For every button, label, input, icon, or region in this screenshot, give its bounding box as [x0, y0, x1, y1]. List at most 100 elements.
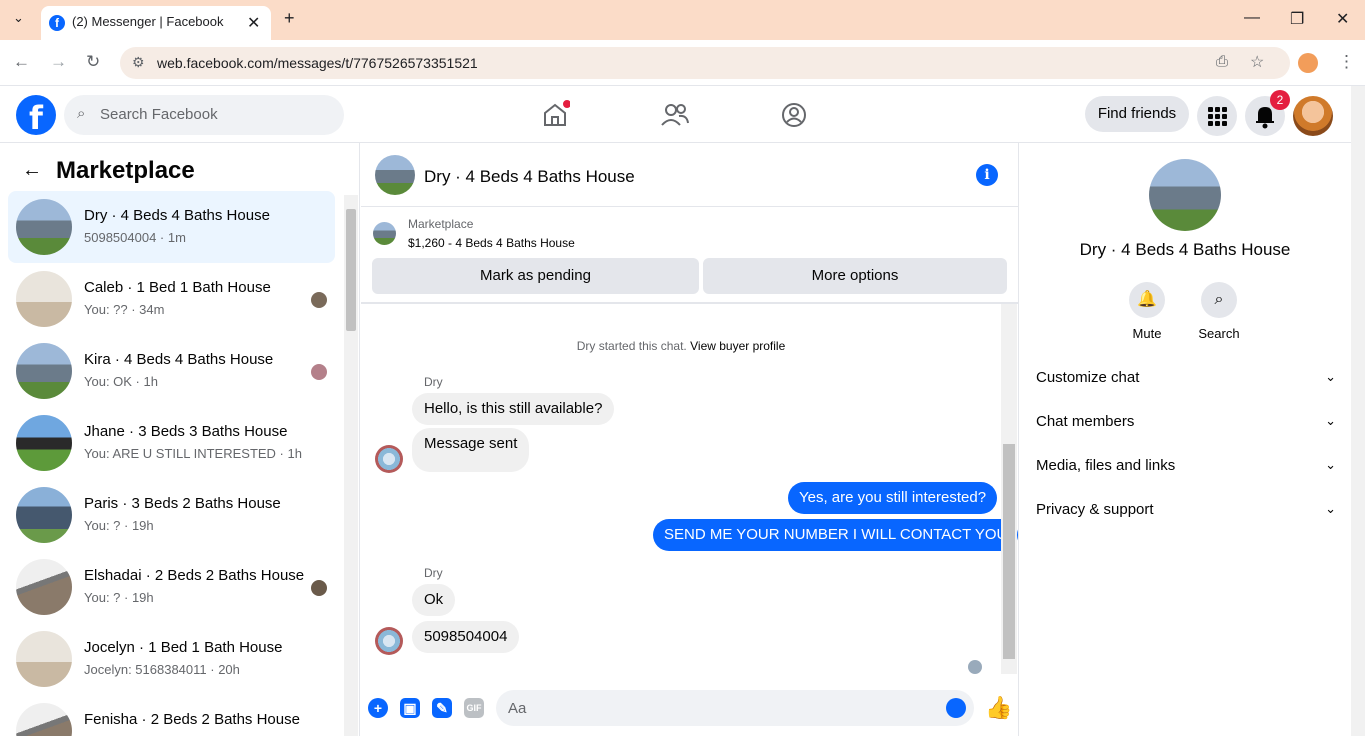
sender-avatar[interactable] [375, 627, 403, 655]
chat-info-panel: Dry · 4 Beds 4 Baths House 🔔 Mute ⌕ Sear… [1020, 143, 1350, 736]
conversation-preview: You: OK · 1h [84, 374, 158, 389]
marketplace-label: Marketplace [408, 217, 474, 231]
outgoing-message[interactable]: SEND ME YOUR NUMBER I WILL CONTACT YOU [653, 519, 1019, 551]
conversation-preview: 5098504004 · 1m [84, 230, 186, 245]
menu-grid-button[interactable] [1197, 96, 1237, 136]
listing-card: Marketplace $1,260 - 4 Beds 4 Baths Hous… [361, 207, 1019, 304]
chevron-down-icon: ⌄ [1325, 369, 1336, 384]
conversation-item-elshadai[interactable]: Elshadai · 2 Beds 2 Baths House You: ? ·… [8, 551, 335, 623]
groups-icon[interactable] [779, 100, 809, 130]
gif-icon[interactable]: GIF [464, 698, 484, 718]
find-friends-button[interactable]: Find friends [1085, 96, 1189, 132]
restore-icon[interactable]: ❐ [1290, 9, 1304, 29]
sticker-icon[interactable]: ✎ [432, 698, 452, 718]
conversation-name: Dry · 4 Beds 4 Baths House [84, 207, 270, 224]
chat-info-avatar[interactable] [1149, 159, 1221, 231]
conversation-item-jhane[interactable]: Jhane · 3 Beds 3 Baths House You: ARE U … [8, 407, 335, 479]
listing-thumbnail [16, 631, 72, 687]
account-avatar[interactable] [1293, 96, 1333, 136]
conversation-item-jocelyn[interactable]: Jocelyn · 1 Bed 1 Bath House Jocelyn: 51… [8, 623, 335, 695]
window-close-icon[interactable]: ✕ [1336, 9, 1349, 29]
address-bar[interactable]: ⚙ web.facebook.com/messages/t/7767526573… [120, 47, 1290, 79]
incoming-message[interactable]: Hello, is this still available? [412, 393, 615, 425]
bookmark-star-icon[interactable]: ☆ [1250, 52, 1264, 72]
mute-action[interactable]: 🔔 Mute [1119, 282, 1175, 341]
conversation-preview: You: ?? · 34m [84, 302, 165, 317]
incoming-message[interactable]: 5098504004 [412, 621, 520, 653]
listing-price[interactable]: $1,260 - 4 Beds 4 Baths House [408, 236, 575, 250]
back-icon[interactable]: ← [13, 52, 30, 72]
message-thread: Dry started this chat. View buyer profil… [361, 304, 1019, 674]
privacy-support-row[interactable]: Privacy & support ⌄ [1036, 495, 1336, 525]
forward-icon[interactable]: → [50, 52, 67, 72]
grid-icon [1208, 107, 1227, 126]
thumbs-up-icon[interactable]: 👍 [985, 695, 1012, 721]
page-scrollbar[interactable] [1351, 86, 1365, 736]
browser-tab-strip: ⌄ f (2) Messenger | Facebook ✕ + — ❐ ✕ [0, 0, 1365, 40]
conversation-item-fenisha[interactable]: Fenisha · 2 Beds 2 Baths House [8, 695, 335, 736]
search-box[interactable]: ⌕ Search Facebook [64, 95, 344, 135]
chat-list-scrollbar[interactable] [344, 195, 358, 736]
mute-label: Mute [1132, 326, 1162, 341]
chat-info-title: Dry · 4 Beds 4 Baths House [1079, 240, 1291, 259]
conversation-name: Jocelyn · 1 Bed 1 Bath House [84, 639, 283, 656]
message-scrollbar[interactable] [1001, 304, 1017, 674]
chat-panel: Dry · 4 Beds 4 Baths House i Marketplace… [361, 143, 1019, 736]
conversation-item-dry[interactable]: Dry · 4 Beds 4 Baths House 5098504004 · … [8, 191, 335, 263]
message-input[interactable] [496, 690, 974, 726]
facebook-favicon-icon: f [49, 15, 65, 31]
search-placeholder: Search Facebook [100, 106, 218, 123]
emoji-icon[interactable] [946, 698, 966, 718]
listing-thumbnail [16, 487, 72, 543]
incoming-message[interactable]: Message sent [412, 428, 530, 472]
minimize-icon[interactable]: — [1244, 9, 1260, 27]
conversation-item-caleb[interactable]: Caleb · 1 Bed 1 Bath House You: ?? · 34m [8, 263, 335, 335]
new-tab-icon[interactable]: + [284, 8, 295, 29]
listing-thumbnail[interactable] [373, 222, 396, 245]
chat-members-row[interactable]: Chat members ⌄ [1036, 407, 1336, 437]
scrollbar-thumb[interactable] [346, 209, 356, 331]
customize-chat-row[interactable]: Customize chat ⌄ [1036, 363, 1336, 393]
incoming-message[interactable]: Ok [412, 584, 456, 616]
search-icon: ⌕ [77, 105, 86, 122]
facebook-header: f ⌕ Search Facebook Find friends 2 [0, 86, 1365, 143]
chat-avatar[interactable] [375, 155, 415, 195]
tab-search-icon[interactable]: ⌄ [13, 10, 24, 26]
marketplace-chat-list: ← Marketplace Dry · 4 Beds 4 Baths House… [0, 143, 360, 736]
more-options-button[interactable]: More options [703, 258, 1007, 294]
back-arrow-icon[interactable]: ← [22, 159, 42, 182]
friends-icon[interactable] [660, 100, 690, 130]
outgoing-message[interactable]: Yes, are you still interested? [788, 482, 998, 514]
chat-title[interactable]: Dry · 4 Beds 4 Baths House [424, 167, 635, 187]
row-label: Customize chat [1036, 369, 1140, 386]
conversation-name: Kira · 4 Beds 4 Baths House [84, 351, 274, 368]
home-icon[interactable] [540, 100, 570, 130]
conversation-item-kira[interactable]: Kira · 4 Beds 4 Baths House You: OK · 1h [8, 335, 335, 407]
media-files-links-row[interactable]: Media, files and links ⌄ [1036, 451, 1336, 481]
site-info-icon[interactable]: ⚙ [132, 54, 145, 71]
scrollbar-thumb[interactable] [1003, 444, 1015, 659]
reload-icon[interactable]: ↻ [86, 52, 100, 72]
image-icon[interactable]: ▣ [400, 698, 420, 718]
chevron-down-icon: ⌄ [1325, 457, 1336, 472]
plus-icon[interactable]: + [368, 698, 388, 718]
install-app-icon[interactable]: ⎙ [1216, 53, 1228, 70]
view-buyer-profile-link[interactable]: View buyer profile [690, 339, 785, 353]
search-action[interactable]: ⌕ Search [1191, 282, 1247, 341]
tab-close-icon[interactable]: ✕ [247, 13, 260, 33]
menu-dots-icon[interactable]: ⋮ [1338, 52, 1355, 72]
info-icon[interactable]: i [976, 164, 998, 186]
profile-icon[interactable] [1298, 53, 1318, 73]
sender-avatar[interactable] [375, 445, 403, 473]
browser-tab[interactable]: f (2) Messenger | Facebook ✕ [41, 6, 271, 40]
listing-thumbnail [16, 703, 72, 736]
conversation-preview: You: ARE U STILL INTERESTED · 1h [84, 446, 302, 461]
conversation-name: Jhane · 3 Beds 3 Baths House [84, 423, 288, 440]
seen-avatar [311, 292, 327, 308]
chat-header: Dry · 4 Beds 4 Baths House i [361, 143, 1019, 207]
listing-thumbnail [16, 415, 72, 471]
facebook-logo-icon[interactable]: f [16, 95, 56, 137]
conversation-item-paris[interactable]: Paris · 3 Beds 2 Baths House You: ? · 19… [8, 479, 335, 551]
mark-as-pending-button[interactable]: Mark as pending [372, 258, 699, 294]
listing-thumbnail [16, 559, 72, 615]
